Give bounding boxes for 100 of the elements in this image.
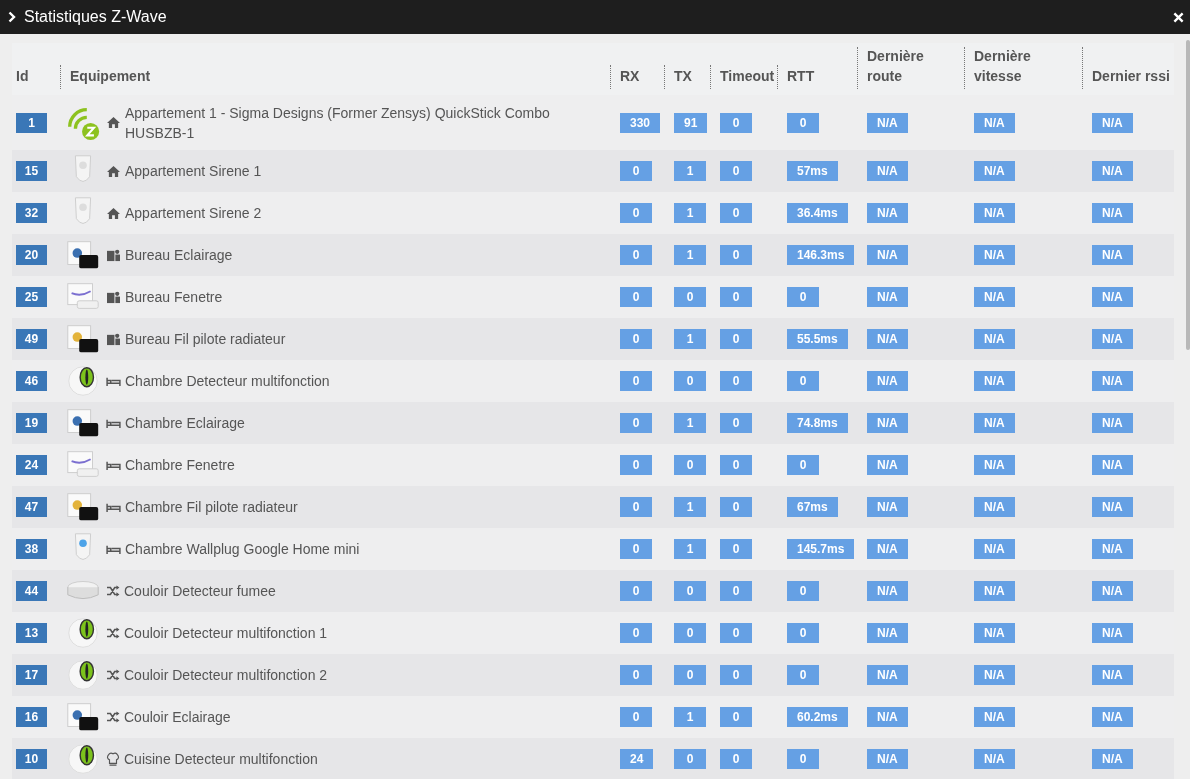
value-badge: 1 xyxy=(674,203,706,223)
value-badge: N/A xyxy=(867,623,908,643)
value-badge: 0 xyxy=(620,371,652,391)
home-icon xyxy=(106,164,121,178)
value-badge: 0 xyxy=(620,161,652,181)
value-badge: 24 xyxy=(620,749,654,769)
value-badge: N/A xyxy=(1092,245,1133,265)
value-badge: N/A xyxy=(974,413,1015,433)
value-badge: 0 xyxy=(620,287,652,307)
value-badge: 0 xyxy=(620,245,652,265)
value-badge: 1 xyxy=(674,413,706,433)
value-badge: N/A xyxy=(1092,539,1133,559)
id-badge: 47 xyxy=(16,497,47,517)
value-badge: N/A xyxy=(867,203,908,223)
value-badge: 0 xyxy=(720,623,752,643)
value-badge: 67ms xyxy=(787,497,838,517)
value-badge: 0 xyxy=(620,623,652,643)
value-badge: 1 xyxy=(674,497,706,517)
value-badge: 0 xyxy=(787,112,819,133)
value-badge: N/A xyxy=(1092,707,1133,727)
value-badge: N/A xyxy=(1092,665,1133,685)
id-badge: 15 xyxy=(16,161,47,181)
device-name: Chambre Fenetre xyxy=(125,456,235,475)
device-name: Couloir Eclairage xyxy=(124,708,231,727)
device-name: Couloir Detecteur multifonction 2 xyxy=(124,666,328,685)
value-badge: 145.7ms xyxy=(787,539,855,559)
value-badge: 0 xyxy=(620,539,652,559)
id-badge: 38 xyxy=(16,539,47,559)
value-badge: 0 xyxy=(720,749,752,769)
column-header[interactable]: Dernière vitesse xyxy=(968,46,1078,86)
value-badge: N/A xyxy=(1092,287,1133,307)
home-icon xyxy=(106,116,121,129)
column-header[interactable]: Dernière route xyxy=(861,46,960,86)
value-badge: 0 xyxy=(720,455,752,475)
value-badge: N/A xyxy=(867,413,908,433)
id-badge: 17 xyxy=(16,665,47,685)
value-badge: N/A xyxy=(867,749,908,769)
value-badge: 0 xyxy=(787,371,819,391)
id-badge: 25 xyxy=(16,287,47,307)
device-name: Appartement Sirene 2 xyxy=(125,204,262,223)
value-badge: N/A xyxy=(1092,581,1133,601)
value-badge: 1 xyxy=(674,161,706,181)
value-badge: 0 xyxy=(787,455,819,475)
device-name: Couloir Detecteur multifonction 1 xyxy=(124,624,328,643)
value-badge: 0 xyxy=(620,203,652,223)
shuffle-icon xyxy=(106,669,120,681)
value-badge: 0 xyxy=(674,581,706,601)
scrollbar[interactable] xyxy=(1186,40,1190,350)
value-badge: N/A xyxy=(867,497,908,517)
value-badge: N/A xyxy=(974,539,1015,559)
column-header[interactable]: Timeout xyxy=(714,66,775,86)
device-name: Appartement 1 - Sigma Designs (Former Zensys) QuickStick Combo HUSBZB-1 xyxy=(125,103,551,143)
device-name: Couloir Detecteur fumee xyxy=(124,582,276,601)
column-header[interactable]: Dernier rssi xyxy=(1086,66,1170,86)
value-badge: 0 xyxy=(787,287,819,307)
value-badge: N/A xyxy=(974,371,1015,391)
column-header[interactable]: RTT xyxy=(781,66,815,86)
people-icon xyxy=(106,290,121,304)
value-badge: 0 xyxy=(787,623,819,643)
value-badge: 0 xyxy=(620,329,652,349)
close-icon[interactable] xyxy=(1173,11,1184,23)
value-badge: 0 xyxy=(720,371,752,391)
id-badge: 24 xyxy=(16,455,47,475)
id-badge: 19 xyxy=(16,413,47,433)
value-badge: 0 xyxy=(674,665,706,685)
value-badge: 0 xyxy=(720,161,752,181)
value-badge: 0 xyxy=(674,455,706,475)
value-badge: 0 xyxy=(674,287,706,307)
bed-icon xyxy=(106,417,121,429)
value-badge: 0 xyxy=(674,371,706,391)
value-badge: 55.5ms xyxy=(787,329,848,349)
column-header[interactable]: Id xyxy=(16,66,29,86)
id-badge: 10 xyxy=(16,749,47,769)
id-badge: 49 xyxy=(16,329,47,349)
value-badge: N/A xyxy=(974,497,1015,517)
value-badge: N/A xyxy=(867,245,908,265)
device-name: Chambre Fil pilote radiateur xyxy=(125,498,298,517)
value-badge: 0 xyxy=(620,413,652,433)
value-badge: N/A xyxy=(974,623,1015,643)
value-badge: 0 xyxy=(787,581,819,601)
column-header[interactable]: Equipement xyxy=(64,66,151,86)
value-badge: N/A xyxy=(974,203,1015,223)
value-badge: N/A xyxy=(1092,749,1133,769)
value-badge: 1 xyxy=(674,707,706,727)
column-header[interactable]: TX xyxy=(668,66,692,86)
value-badge: 0 xyxy=(787,665,819,685)
value-badge: 91 xyxy=(674,112,708,133)
value-badge: N/A xyxy=(867,287,908,307)
column-header[interactable]: RX xyxy=(614,66,640,86)
value-badge: N/A xyxy=(974,581,1015,601)
value-badge: N/A xyxy=(974,749,1015,769)
value-badge: 0 xyxy=(674,623,706,643)
value-badge: N/A xyxy=(867,665,908,685)
value-badge: N/A xyxy=(974,245,1015,265)
value-badge: N/A xyxy=(1092,497,1133,517)
value-badge: 0 xyxy=(720,329,752,349)
value-badge: 60.2ms xyxy=(787,707,848,727)
value-badge: 0 xyxy=(674,749,706,769)
device-name: Bureau Fil pilote radiateur xyxy=(125,330,286,349)
chevron-icon xyxy=(8,11,16,23)
